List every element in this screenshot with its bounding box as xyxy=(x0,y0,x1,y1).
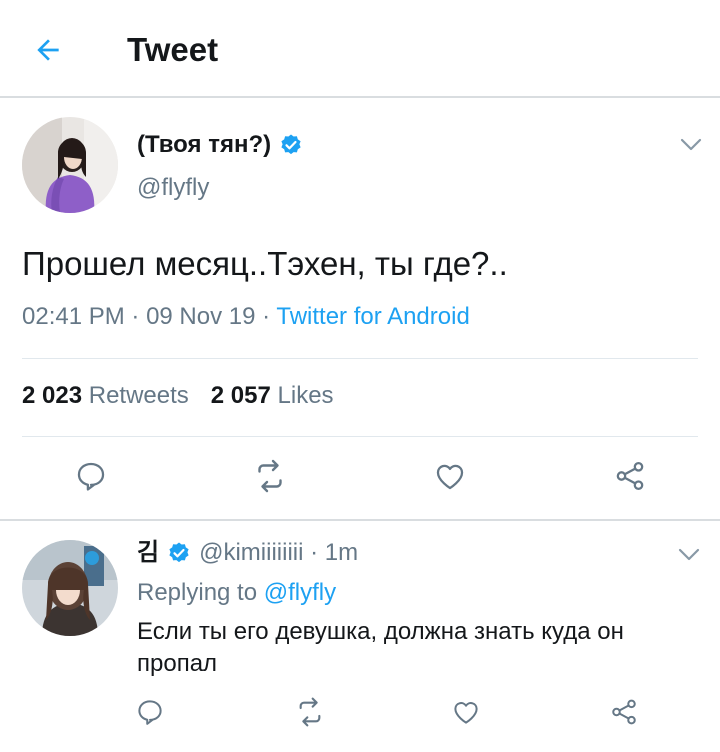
divider xyxy=(22,358,698,359)
likes-count: 2 057 xyxy=(210,382,271,409)
reply-text: Если ты его девушка, должна знать куда о… xyxy=(137,618,624,677)
replying-to: Replying to @flyfly xyxy=(137,578,336,608)
share-button[interactable] xyxy=(610,456,650,496)
tweet-options-button[interactable] xyxy=(676,135,706,155)
tweet-meta: 02:41 PM · 09 Nov 19 · Twitter for Andro… xyxy=(22,302,470,332)
tweet-stats: 2 023 Retweets 2 057 Likes xyxy=(22,381,334,411)
tweet-date: 09 Nov 19 xyxy=(146,303,256,330)
like-button[interactable] xyxy=(430,456,470,496)
reply-retweet-button[interactable] xyxy=(292,694,328,730)
reply-author-avatar[interactable] xyxy=(22,540,118,636)
tweet-text: Прошел месяц..Тэхен, ты где?.. xyxy=(22,245,508,282)
tweet-time: 02:41 PM xyxy=(22,303,125,330)
share-icon xyxy=(616,461,644,491)
like-icon xyxy=(454,702,478,724)
divider xyxy=(22,436,698,437)
author-name-text: (Твоя тян?) xyxy=(137,131,272,158)
retweets-label: Retweets xyxy=(88,382,189,409)
meta-separator: · xyxy=(303,539,325,566)
retweets-stat[interactable]: 2 023 Retweets xyxy=(22,382,189,409)
reply-time: 1m xyxy=(324,539,359,566)
chevron-down-icon xyxy=(680,138,702,151)
back-button[interactable] xyxy=(28,30,68,70)
meta-separator: · xyxy=(124,303,147,330)
reply-author-name[interactable]: 김 xyxy=(137,538,159,568)
page-title: Tweet xyxy=(127,31,219,68)
author-name[interactable]: (Твоя тян?) xyxy=(137,130,303,160)
author-avatar[interactable] xyxy=(22,117,118,213)
top-bar: Tweet xyxy=(0,0,720,98)
retweet-icon xyxy=(299,697,321,727)
reply-author-handle[interactable]: @kimiiiiiiii · 1m xyxy=(199,538,358,568)
reply-handle-text: @kimiiiiiiii xyxy=(199,539,304,566)
reply-icon xyxy=(138,700,162,725)
replying-prefix: Replying to xyxy=(137,579,258,606)
share-icon xyxy=(612,699,636,725)
likes-stat[interactable]: 2 057 Likes xyxy=(211,382,334,409)
verified-badge-icon xyxy=(281,134,301,155)
arrow-left-icon xyxy=(37,39,59,61)
reply-options-button[interactable] xyxy=(674,545,704,565)
verified-badge-icon xyxy=(169,542,189,563)
tweet-source-link[interactable]: Twitter for Android xyxy=(276,303,469,330)
reply-share-button[interactable] xyxy=(606,694,642,730)
likes-label: Likes xyxy=(277,382,334,409)
reply-icon xyxy=(77,462,105,491)
reply-reply-button[interactable] xyxy=(132,694,168,730)
retweet-button[interactable] xyxy=(250,456,290,496)
reply-like-button[interactable] xyxy=(448,694,484,730)
meta-separator: · xyxy=(255,303,277,330)
replying-to-mention[interactable]: @flyfly xyxy=(264,579,336,606)
retweets-count: 2 023 xyxy=(22,382,83,409)
reply-button[interactable] xyxy=(71,456,111,496)
like-icon xyxy=(436,464,464,490)
retweet-icon xyxy=(258,459,282,493)
reply-header: 김 @kimiiiiiiii · 1m xyxy=(137,538,358,568)
author-handle[interactable]: @flyfly xyxy=(137,173,209,203)
section-divider xyxy=(0,519,720,521)
chevron-down-icon xyxy=(678,548,700,561)
